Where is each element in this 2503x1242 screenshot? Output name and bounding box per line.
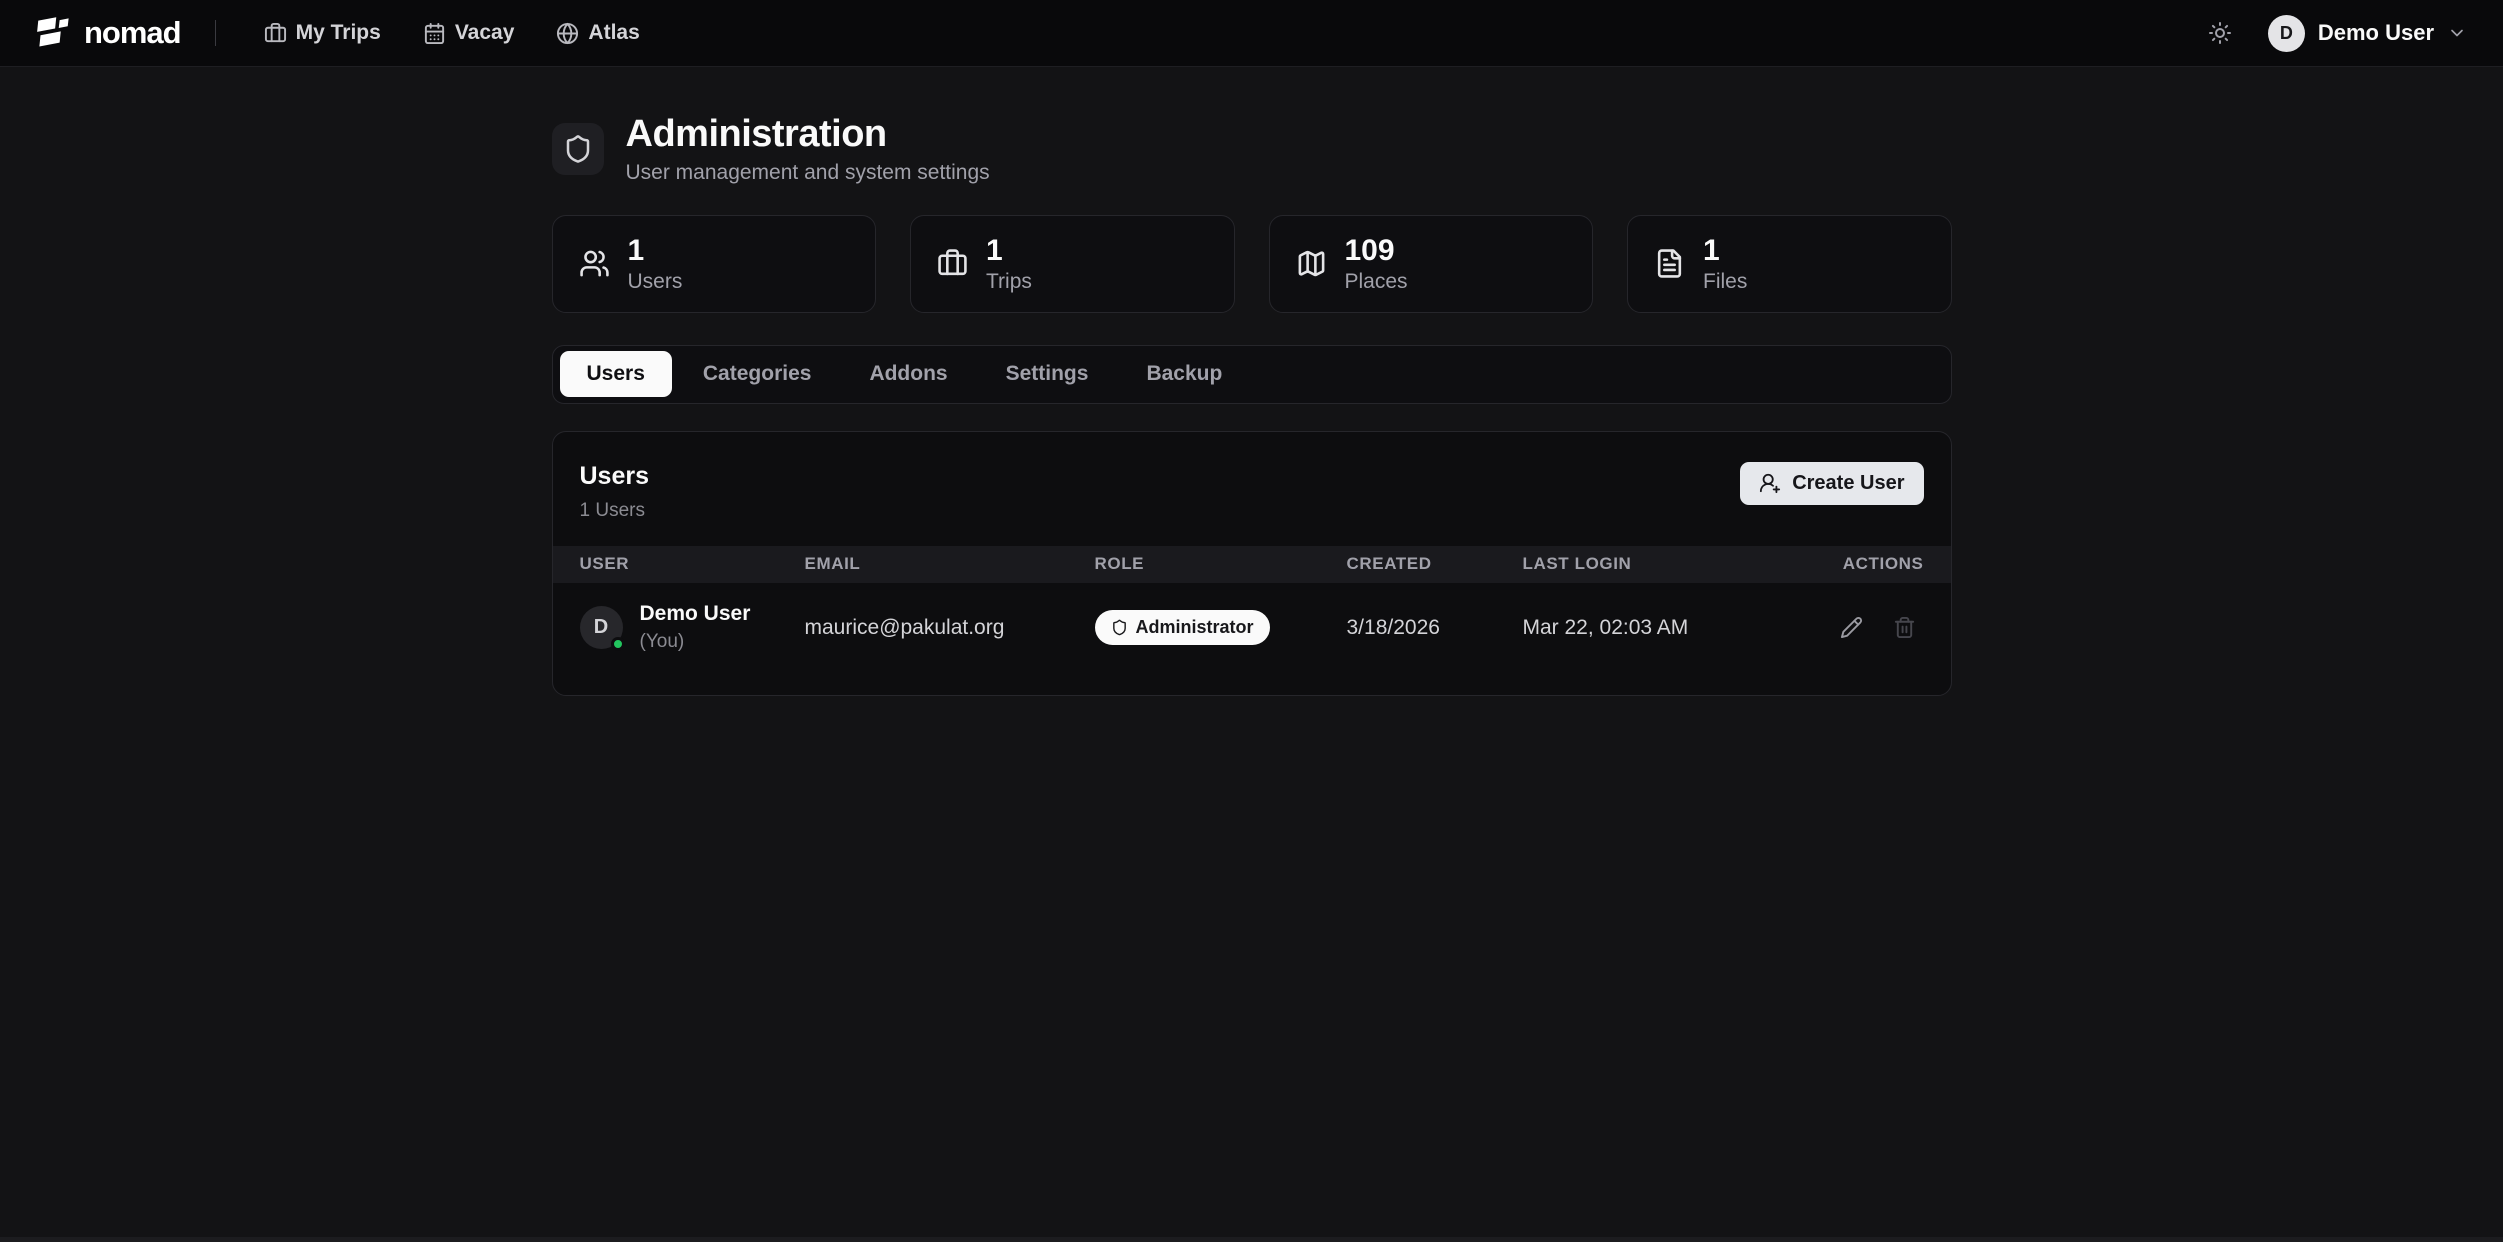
user-menu[interactable]: D Demo User [2268,15,2467,52]
stat-card-users: 1 Users [552,215,877,313]
nav-divider [215,20,216,46]
shield-icon [552,123,604,175]
delete-user-button[interactable] [1885,608,1924,647]
stat-value: 1 [1703,234,1747,267]
users-count: 1 Users [580,500,650,522]
shield-icon [1111,619,1128,636]
map-icon [1296,248,1327,279]
user-cell: D Demo User (You) [553,602,805,653]
page-title: Administration [626,113,990,157]
user-display-name: Demo User [640,602,751,626]
nav-item-label: Vacay [455,21,515,45]
nomad-logo[interactable]: nomad [36,15,181,51]
nav-item-my-trips[interactable]: My Trips [250,11,395,55]
stat-card-places: 109 Places [1269,215,1594,313]
globe-icon [556,22,579,45]
tab-backup[interactable]: Backup [1119,351,1249,397]
calendar-icon [423,22,446,45]
create-user-button[interactable]: Create User [1740,462,1923,505]
user-plus-icon [1759,472,1781,494]
users-panel-title: Users [580,462,650,491]
last-login: Mar 22, 02:03 AM [1523,616,1823,640]
nav-item-vacay[interactable]: Vacay [409,11,529,55]
create-user-label: Create User [1792,472,1904,495]
nav-item-label: My Trips [296,21,381,45]
sun-icon [2208,21,2232,45]
admin-tabs: Users Categories Addons Settings Backup [552,345,1952,404]
column-header-actions: Actions [1823,554,1951,574]
admin-page: Administration User management and syste… [552,113,1952,696]
pencil-icon [1840,616,1863,639]
stat-value: 1 [986,234,1032,267]
you-label: (You) [640,631,751,653]
avatar: D [2268,15,2305,52]
navbar-right: D Demo User [2202,15,2467,52]
stat-label: Trips [986,270,1032,294]
users-panel-header: Users 1 Users Create User [553,432,1951,546]
tab-addons[interactable]: Addons [842,351,974,397]
bottom-edge [0,1237,2503,1242]
top-navbar: nomad My Trips Vacay Atlas [0,0,2503,67]
online-status-dot [611,637,625,651]
user-name: Demo User [2318,20,2434,46]
theme-toggle-button[interactable] [2202,15,2238,51]
column-header-user: User [553,554,805,574]
role-label: Administrator [1136,617,1254,638]
row-avatar: D [580,606,623,649]
stat-card-files: 1 Files [1627,215,1952,313]
briefcase-icon [264,22,287,45]
row-actions [1823,608,1951,647]
nav-item-atlas[interactable]: Atlas [542,11,653,55]
column-header-email: Email [805,554,1095,574]
role-badge: Administrator [1095,610,1270,645]
primary-nav: My Trips Vacay Atlas [250,11,654,55]
page-header: Administration User management and syste… [552,113,1952,185]
edit-user-button[interactable] [1832,608,1871,647]
chevron-down-icon [2447,23,2467,43]
created-date: 3/18/2026 [1347,616,1523,640]
tab-users[interactable]: Users [560,351,672,397]
role-cell: Administrator [1095,610,1347,645]
file-text-icon [1654,248,1685,279]
users-icon [579,248,610,279]
stat-label: Users [628,270,683,294]
stat-value: 1 [628,234,683,267]
stat-card-trips: 1 Trips [910,215,1235,313]
users-table-header: User Email Role Created Last Login Actio… [553,546,1951,583]
briefcase-icon [937,248,968,279]
brand-name: nomad [84,15,181,51]
users-panel: Users 1 Users Create User User Email Rol… [552,431,1952,696]
trash-icon [1893,616,1916,639]
column-header-role: Role [1095,554,1347,574]
tab-categories[interactable]: Categories [676,351,839,397]
column-header-created: Created [1347,554,1523,574]
stat-label: Places [1345,270,1408,294]
column-header-last-login: Last Login [1523,554,1823,574]
tab-settings[interactable]: Settings [979,351,1116,397]
stat-value: 109 [1345,234,1408,267]
nomad-logo-icon [36,15,72,51]
user-email: maurice@pakulat.org [805,616,1095,640]
nav-item-label: Atlas [588,21,639,45]
table-row: D Demo User (You) maurice@pakulat.org Ad… [553,583,1951,673]
avatar-initial: D [594,616,608,639]
page-subtitle: User management and system settings [626,161,990,185]
stats-row: 1 Users 1 Trips 109 Places [552,215,1952,313]
stat-label: Files [1703,270,1747,294]
